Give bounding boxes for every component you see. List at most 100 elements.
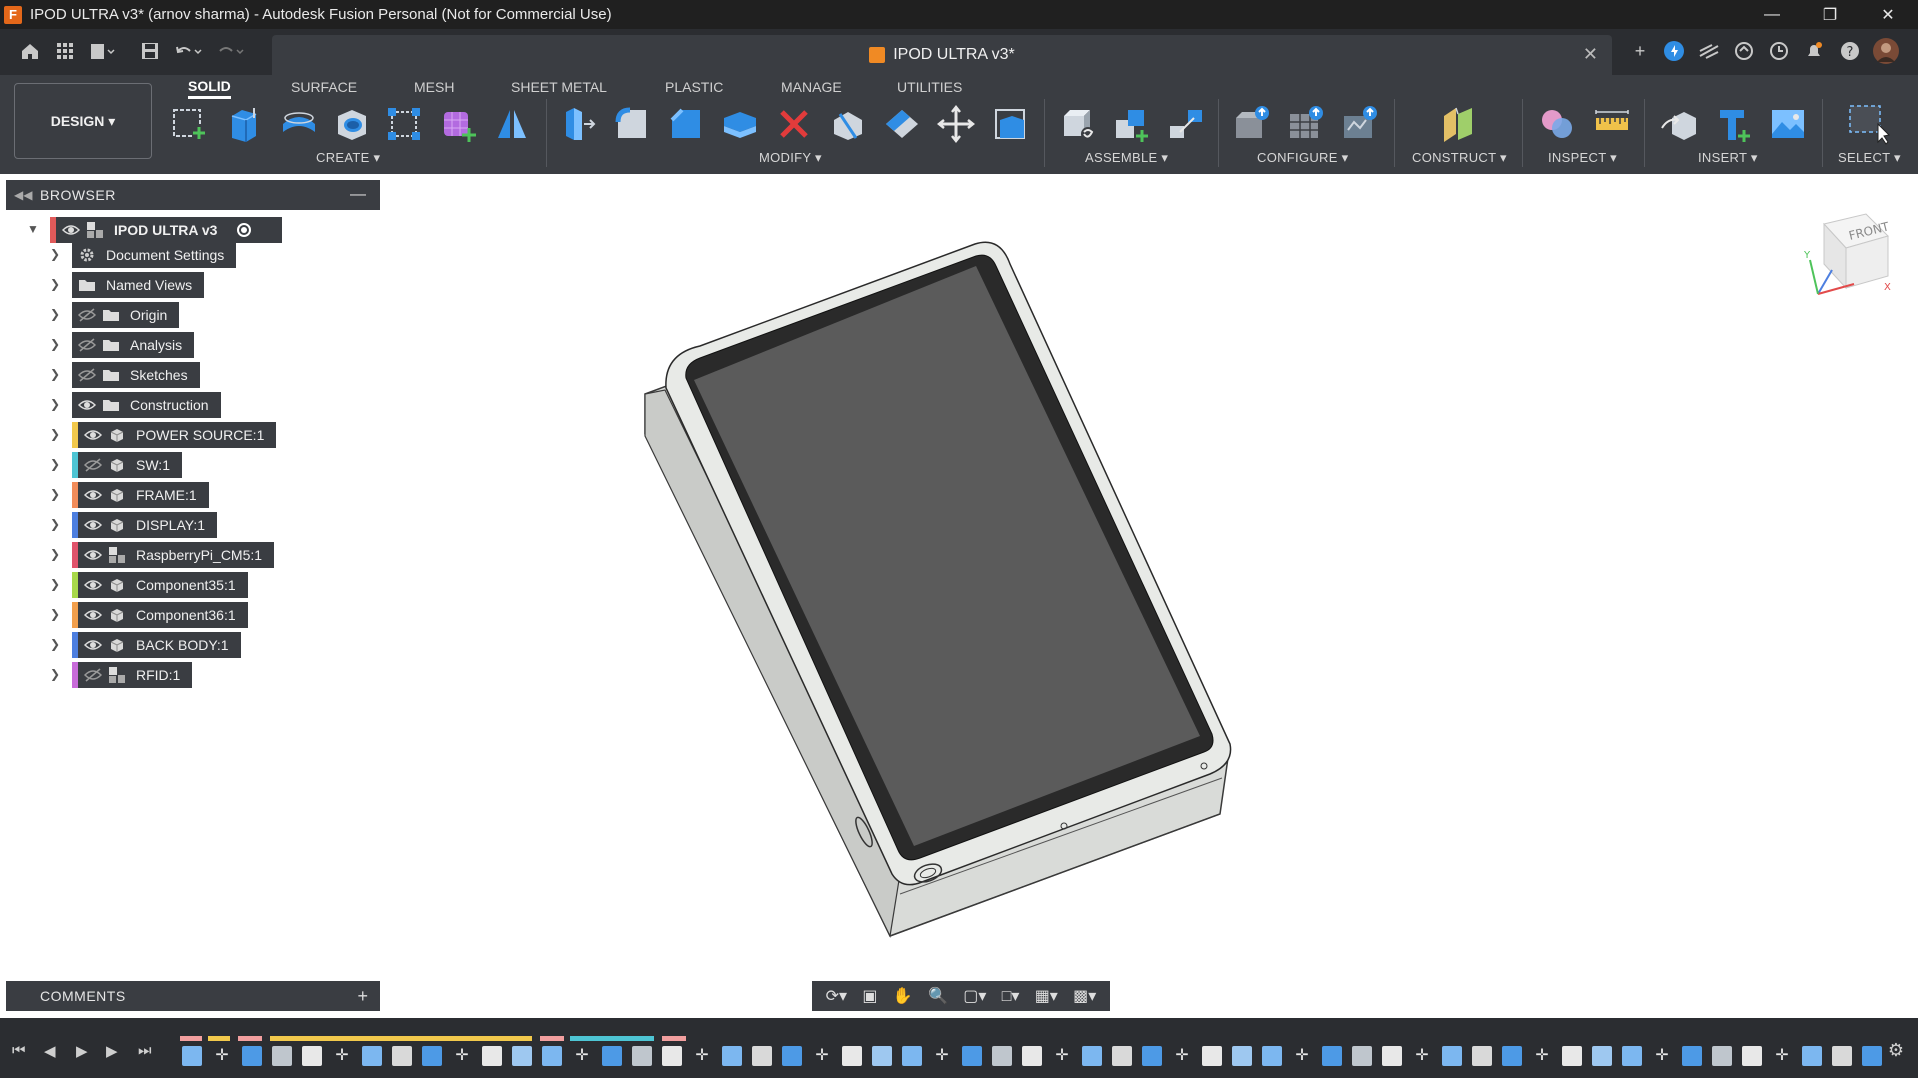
file-menu-icon[interactable] (88, 37, 116, 65)
timeline-feature-icon[interactable]: ✛ (1532, 1046, 1552, 1066)
timeline-feature-icon[interactable] (242, 1046, 262, 1066)
timeline-feature-icon[interactable] (1142, 1046, 1162, 1066)
expand-chevron-icon[interactable]: ❯ (48, 427, 62, 441)
timeline-feature-icon[interactable] (1322, 1046, 1342, 1066)
history-clock-icon[interactable] (1765, 37, 1793, 65)
extensions-icon[interactable] (1660, 37, 1688, 65)
create-form-icon[interactable] (436, 102, 480, 146)
view-cube[interactable]: FRONT X Y (1796, 210, 1892, 300)
online-status-icon[interactable] (1730, 37, 1758, 65)
timeline-feature-icon[interactable]: ✛ (1772, 1046, 1792, 1066)
tab-manage[interactable]: MANAGE (781, 75, 842, 99)
timeline-feature-icon[interactable] (182, 1046, 202, 1066)
revolve-icon[interactable] (277, 102, 321, 146)
timeline-feature-icon[interactable] (542, 1046, 562, 1066)
timeline-feature-icon[interactable] (512, 1046, 532, 1066)
timeline-feature-icon[interactable] (632, 1046, 652, 1066)
measure-analysis-icon[interactable] (1536, 102, 1580, 146)
construct-group-label[interactable]: CONSTRUCT ▾ (1412, 150, 1507, 166)
shell-icon[interactable] (718, 102, 762, 146)
expand-chevron-icon[interactable]: ❯ (48, 247, 62, 261)
timeline-feature-icon[interactable]: ✛ (1652, 1046, 1672, 1066)
configuration-table-icon[interactable] (1284, 102, 1328, 146)
timeline-feature-icon[interactable] (782, 1046, 802, 1066)
window-select-icon[interactable] (1846, 102, 1890, 146)
step-back-icon[interactable]: ◀ (44, 1042, 56, 1060)
timeline-feature-icon[interactable] (1352, 1046, 1372, 1066)
visibility-eye-icon[interactable] (84, 606, 102, 624)
browser-item[interactable]: Component36:1 (72, 602, 248, 628)
timeline-feature-icon[interactable] (1262, 1046, 1282, 1066)
move-copy-icon[interactable] (934, 102, 978, 146)
browser-item[interactable]: Sketches (72, 362, 200, 388)
timeline-feature-icon[interactable]: ✛ (812, 1046, 832, 1066)
browser-item[interactable]: SW:1 (72, 452, 182, 478)
visibility-eye-icon[interactable] (78, 396, 96, 414)
restore-button[interactable]: ❐ (1801, 0, 1859, 29)
visibility-eye-icon[interactable] (84, 486, 102, 504)
help-icon[interactable]: ? (1836, 37, 1864, 65)
browser-item[interactable]: Origin (72, 302, 180, 328)
timeline-feature-icon[interactable]: ✛ (1172, 1046, 1192, 1066)
timeline-feature-icon[interactable] (602, 1046, 622, 1066)
chamfer-icon[interactable] (664, 102, 708, 146)
extrude-icon[interactable] (222, 102, 266, 146)
viewports-icon[interactable]: ▩▾ (1073, 986, 1096, 1006)
timeline-feature-icon[interactable] (752, 1046, 772, 1066)
timeline-feature-icon[interactable]: ✛ (932, 1046, 952, 1066)
browser-item[interactable]: BACK BODY:1 (72, 632, 241, 658)
expand-chevron-icon[interactable]: ❯ (48, 367, 62, 381)
configuration-rules-icon[interactable] (1338, 102, 1382, 146)
expand-chevron-icon[interactable]: ❯ (48, 517, 62, 531)
timeline-feature-icon[interactable] (962, 1046, 982, 1066)
timeline-feature-icon[interactable] (1802, 1046, 1822, 1066)
timeline-feature-icon[interactable]: ✛ (332, 1046, 352, 1066)
add-comment-button[interactable]: + (357, 986, 368, 1007)
home-icon[interactable] (16, 37, 44, 65)
expand-chevron-icon[interactable]: ❯ (48, 577, 62, 591)
timeline-track[interactable]: ✛ ✛ ✛ ✛ ✛ ✛ ✛ ✛ ✛ ✛ ✛ ✛ ✛ ✛ (178, 1026, 1882, 1078)
expand-root-chevron-icon[interactable]: ▼ (26, 222, 40, 236)
timeline-feature-icon[interactable] (1862, 1046, 1882, 1066)
browser-item[interactable]: Document Settings (72, 242, 237, 268)
timeline-feature-icon[interactable] (722, 1046, 742, 1066)
timeline-feature-icon[interactable]: ✛ (212, 1046, 232, 1066)
expand-chevron-icon[interactable]: ❯ (48, 307, 62, 321)
timeline-feature-icon[interactable] (662, 1046, 682, 1066)
mirror-icon[interactable] (490, 102, 534, 146)
browser-item[interactable]: Component35:1 (72, 572, 248, 598)
visibility-eye-icon[interactable] (84, 576, 102, 594)
timeline-feature-icon[interactable] (902, 1046, 922, 1066)
browser-item[interactable]: Named Views (72, 272, 205, 298)
expand-chevron-icon[interactable]: ❯ (48, 337, 62, 351)
timeline-feature-icon[interactable] (842, 1046, 862, 1066)
fillet-icon[interactable] (610, 102, 654, 146)
new-component-icon[interactable] (1058, 102, 1102, 146)
minimize-panel-icon[interactable]: — (350, 186, 366, 204)
orbit-icon[interactable]: ⟳▾ (826, 986, 847, 1006)
as-built-joint-icon[interactable] (1164, 102, 1208, 146)
tab-utilities[interactable]: UTILITIES (897, 75, 962, 99)
expand-chevron-icon[interactable]: ❯ (48, 397, 62, 411)
modify-group-label[interactable]: MODIFY ▾ (759, 150, 822, 166)
visibility-eye-icon[interactable] (62, 221, 80, 239)
press-pull-icon[interactable] (556, 102, 600, 146)
decal-canvas-icon[interactable] (1766, 102, 1810, 146)
pan-hand-icon[interactable]: ✋ (893, 986, 913, 1006)
inspect-group-label[interactable]: INSPECT ▾ (1548, 150, 1617, 166)
comments-panel[interactable]: COMMENTS + (6, 981, 380, 1011)
create-sketch-icon[interactable] (168, 102, 212, 146)
configure-design-icon[interactable] (1230, 102, 1274, 146)
display-settings-icon[interactable]: □▾ (1002, 986, 1020, 1006)
tab-sheet-metal[interactable]: SHEET METAL (511, 75, 607, 99)
timeline-feature-icon[interactable] (1112, 1046, 1132, 1066)
visibility-hidden-icon[interactable] (78, 336, 96, 354)
split-face-icon[interactable] (880, 102, 924, 146)
timeline-feature-icon[interactable] (1622, 1046, 1642, 1066)
apps-grid-icon[interactable] (51, 37, 79, 65)
timeline-feature-icon[interactable]: ✛ (1412, 1046, 1432, 1066)
timeline-feature-icon[interactable] (422, 1046, 442, 1066)
tab-plastic[interactable]: PLASTIC (665, 75, 723, 99)
browser-panel-header[interactable]: ◀◀ BROWSER — (6, 180, 380, 210)
offset-plane-icon[interactable] (1436, 102, 1480, 146)
